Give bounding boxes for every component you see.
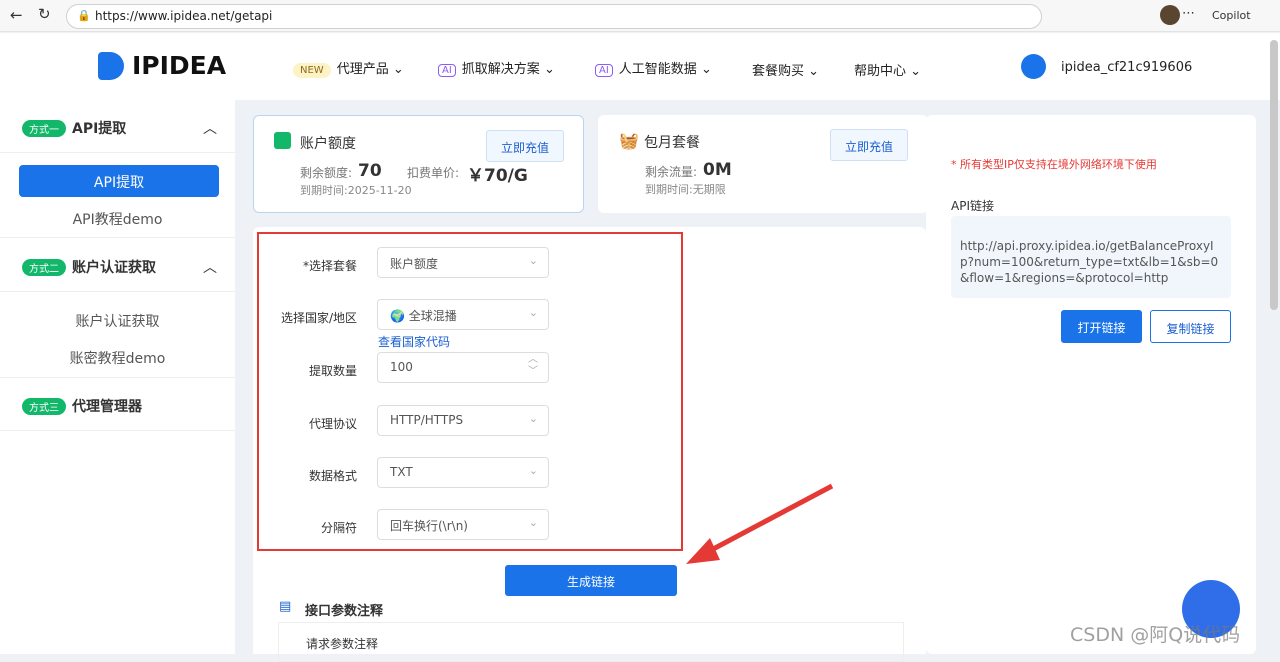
shopping-bag-icon [274,132,291,149]
remain-label: 剩余流量: [645,165,698,179]
group-title: 账户认证获取 [72,260,156,276]
browser-toolbar: ← ↻ 🔒 https://www.ipidea.net/getapi ⋯ Cop… [0,0,1280,32]
params-subtitle: 请求参数注释 [306,637,379,651]
api-link-panel: * 所有类型IP仅支持在境外网络环境下使用 API链接 http://api.p… [926,115,1256,654]
copy-link-button[interactable]: 复制链接 [1150,310,1231,343]
country-select[interactable]: 🌍 全球混播 ⌄ [377,299,549,330]
generate-link-button[interactable]: 生成链接 [505,565,677,596]
sidebar-item-api-extract[interactable]: API提取 [19,165,219,197]
stepper-arrows-icon[interactable]: ︿ ﹀ [528,354,538,378]
basket-icon: 🧺 [619,131,639,150]
chevron-up-icon: ︿ [203,260,217,276]
nav-label: 抓取解决方案 [461,62,540,77]
field-label: 提取数量 [308,364,357,378]
field-label: 分隔符 [320,521,357,535]
nav-proxy-products[interactable]: NEW 代理产品 ⌄ [293,58,404,78]
sidebar-item-api-demo[interactable]: API教程demo [0,209,235,229]
divider [0,377,235,378]
expire-date: 到期时间:2025-11-20 [300,184,412,197]
price-label: 扣费单价: [407,166,460,180]
recharge-button[interactable]: 立即充值 [830,129,908,161]
remain-label: 剩余额度: [300,166,353,180]
new-badge: NEW [293,63,331,78]
globe-icon: 🌍 [390,309,409,323]
expire-date: 到期时间:无期限 [645,183,726,196]
price-value: ￥70/G [467,166,528,186]
remain-value: 70 [358,161,382,181]
open-link-button[interactable]: 打开链接 [1061,310,1142,343]
url-text: https://www.ipidea.net/getapi [95,9,273,23]
nav-label: 套餐购买 [752,64,805,79]
field-label: 选择国家/地区 [280,311,357,325]
document-icon: ▤ [279,599,292,614]
copilot-button[interactable]: Copilot [1212,9,1251,22]
method-badge: 方式二 [22,259,66,276]
chevron-down-icon: ⌄ [528,412,538,425]
group-title: API提取 [72,121,127,137]
refresh-icon[interactable]: ↻ [38,5,51,23]
scrollbar[interactable] [1270,40,1278,310]
card-title: 包月套餐 [644,135,700,151]
quantity-stepper[interactable]: 100 ︿ ﹀ [377,352,549,383]
user-avatar[interactable] [1021,54,1046,79]
more-icon[interactable]: ⋯ [1182,6,1195,21]
method-badge: 方式一 [22,120,66,137]
ai-badge: AI [595,64,613,77]
recharge-button[interactable]: 立即充值 [486,130,564,162]
method-badge: 方式三 [22,398,66,415]
group-title: 代理管理器 [72,399,142,415]
profile-avatar[interactable] [1160,5,1180,25]
annotation-arrow [686,483,834,564]
username[interactable]: ipidea_cf21c919606 [1061,60,1192,75]
protocol-select[interactable]: HTTP/HTTPS ⌄ [377,405,549,436]
nav-scraping[interactable]: AI 抓取解决方案 ⌄ [438,58,555,77]
nav-help[interactable]: 帮助中心 ⌄ [854,60,921,79]
remain-value: 0M [703,160,732,180]
select-value: 全球混播 [408,309,457,323]
field-label: *选择套餐 [302,259,357,273]
account-balance-card: 账户额度 立即充值 剩余额度: 70 扣费单价: ￥70/G 到期时间:2025… [253,115,584,213]
field-label: 代理协议 [308,417,357,431]
highlight-box [257,232,683,551]
format-select[interactable]: TXT ⌄ [377,457,549,488]
sidebar-item-auth-demo[interactable]: 账密教程demo [0,348,235,368]
divider [0,237,235,238]
separator-select[interactable]: 回车换行(\r\n) ⌄ [377,509,549,540]
sidebar-item-account-auth[interactable]: 账户认证获取 [0,311,235,331]
country-code-link[interactable]: 查看国家代码 [378,333,450,350]
monthly-package-card: 🧺 包月套餐 立即充值 剩余流量: 0M 到期时间:无期限 [598,115,928,213]
package-select[interactable]: 账户额度 ⌄ [377,247,549,278]
warning-text: * 所有类型IP仅支持在境外网络环境下使用 [951,158,1157,171]
input-value: 100 [390,360,413,374]
sidebar-group-proxy-manager[interactable]: 方式三 代理管理器 [0,381,235,431]
nav-ai-data[interactable]: AI 人工智能数据 ⌄ [595,58,712,77]
nav-label: 帮助中心 [854,64,907,79]
address-bar[interactable]: 🔒 https://www.ipidea.net/getapi [66,4,1042,29]
select-value: 账户额度 [390,257,439,271]
chevron-down-icon: ⌄ [528,254,538,267]
select-value: 回车换行(\r\n) [390,519,468,533]
field-label: 数据格式 [308,469,357,483]
nav-packages[interactable]: 套餐购买 ⌄ [752,60,819,79]
select-value: TXT [390,465,413,479]
api-link-label: API链接 [951,199,994,213]
ai-badge: AI [438,64,456,77]
chevron-down-icon: ⌄ [528,306,538,319]
select-value: HTTP/HTTPS [390,413,464,427]
nav-label: 人工智能数据 [618,62,697,77]
chevron-down-icon: ⌄ [528,516,538,529]
sidebar-group-account-auth[interactable]: 方式二 账户认证获取 ︿ [0,242,235,292]
nav-label: 代理产品 [336,62,389,77]
logo-icon [98,52,124,80]
params-title: 接口参数注释 [305,604,384,619]
sidebar-group-api[interactable]: 方式一 API提取 ︿ [0,103,235,153]
logo-text[interactable]: IPIDEA [132,51,226,80]
chevron-down-icon: ⌄ [528,464,538,477]
chevron-up-icon: ︿ [203,121,217,137]
card-title: 账户额度 [300,136,356,152]
back-icon[interactable]: ← [10,6,23,24]
api-url-text[interactable]: http://api.proxy.ipidea.io/getBalancePro… [951,216,1231,298]
lock-icon: 🔒 [77,9,91,22]
watermark: CSDN @阿Q说代码 [1070,624,1241,646]
